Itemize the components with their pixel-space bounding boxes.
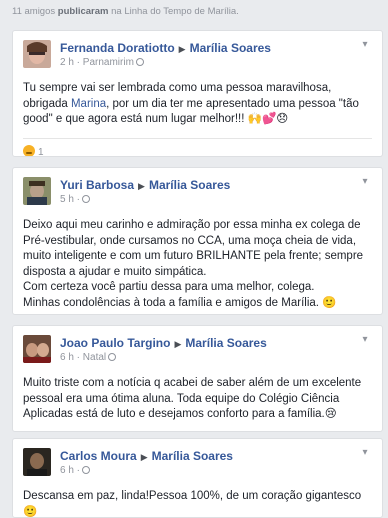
post-names: Carlos Moura ▶ Marília Soares: [60, 449, 233, 463]
chevron-down-icon[interactable]: ▾: [358, 39, 372, 51]
summary-count: 11 amigos: [12, 6, 56, 17]
reaction-count: 1: [38, 146, 44, 157]
post-header: Carlos Moura ▶ Marília Soares 6 h · ▾: [13, 439, 382, 483]
author-link[interactable]: Yuri Barbosa: [60, 178, 134, 192]
avatar[interactable]: [23, 335, 51, 363]
post-header: Yuri Barbosa ▶ Marília Soares 5 h · ▾: [13, 168, 382, 212]
author-link[interactable]: Joao Paulo Targino: [60, 336, 170, 350]
chevron-down-icon[interactable]: ▾: [358, 176, 372, 188]
post-meta: 5 h ·: [60, 194, 91, 205]
chevron-down-icon[interactable]: ▾: [358, 447, 372, 459]
author-link[interactable]: Fernanda Doratiotto: [60, 41, 175, 55]
arrow-icon: ▶: [178, 44, 186, 54]
arrow-icon: ▶: [140, 452, 148, 462]
post-card: Joao Paulo Targino ▶ Marília Soares 6 h · …: [12, 325, 383, 432]
post-time[interactable]: 2 h: [60, 57, 74, 68]
globe-icon: [135, 58, 144, 66]
arrow-icon: ▶: [138, 181, 145, 191]
globe-icon: [108, 353, 117, 361]
summary-action[interactable]: publicaram: [58, 6, 109, 17]
avatar[interactable]: [23, 40, 51, 68]
reactions-bar[interactable]: 1: [23, 137, 372, 157]
target-link[interactable]: Marília Soares: [185, 336, 266, 350]
post-place[interactable]: Natal: [83, 352, 106, 363]
post-text: Tu sempre vai ser lembrada como uma pess…: [13, 75, 382, 138]
post-names: Joao Paulo Targino ▶ Marília Soares: [60, 336, 267, 350]
globe-icon: [82, 466, 91, 474]
author-link[interactable]: Carlos Moura: [60, 449, 137, 463]
post-text: Descansa em paz, linda!Pessoa 100%, de u…: [23, 490, 362, 518]
summary-rest: na Linha do Tempo de Marília.: [111, 6, 239, 17]
post-header: Joao Paulo Targino ▶ Marília Soares 6 h · …: [13, 326, 382, 370]
post-card: Yuri Barbosa ▶ Marília Soares 5 h · ▾ Deix…: [12, 167, 383, 315]
post-card: Fernanda Doratiotto ▶ Marília Soares 2 h ·…: [12, 30, 383, 157]
post-names: Yuri Barbosa ▶ Marília Soares: [60, 178, 230, 192]
post-card: Carlos Moura ▶ Marília Soares 6 h · ▾ Desc…: [12, 438, 383, 518]
chevron-down-icon[interactable]: ▾: [358, 334, 372, 346]
post-meta: 2 h · Parnamirim: [60, 57, 144, 68]
post-header: Fernanda Doratiotto ▶ Marília Soares 2 h ·…: [13, 31, 382, 75]
post-time[interactable]: 6 h: [60, 352, 74, 363]
target-link[interactable]: Marília Soares: [149, 178, 230, 192]
target-link[interactable]: Marília Soares: [190, 41, 271, 55]
post-time[interactable]: 6 h: [60, 465, 74, 476]
avatar[interactable]: [23, 448, 51, 476]
post-time[interactable]: 5 h: [60, 194, 74, 205]
avatar[interactable]: [23, 177, 51, 205]
post-text: Deixo aqui meu carinho e admiração por e…: [23, 219, 364, 309]
mention-link[interactable]: Marina: [71, 98, 106, 110]
timeline-summary: 11 amigos publicaram na Linha do Tempo d…: [12, 6, 382, 17]
sad-reaction-icon: [23, 144, 35, 156]
post-names: Fernanda Doratiotto ▶ Marília Soares: [60, 41, 271, 55]
post-place[interactable]: Parnamirim: [83, 57, 134, 68]
post-meta: 6 h · Natal: [60, 352, 117, 363]
arrow-icon: ▶: [174, 339, 182, 349]
target-link[interactable]: Marília Soares: [152, 449, 233, 463]
post-text: Muito triste com a notícia q acabei de s…: [23, 377, 362, 420]
globe-icon: [82, 195, 91, 203]
post-meta: 6 h ·: [60, 465, 91, 476]
